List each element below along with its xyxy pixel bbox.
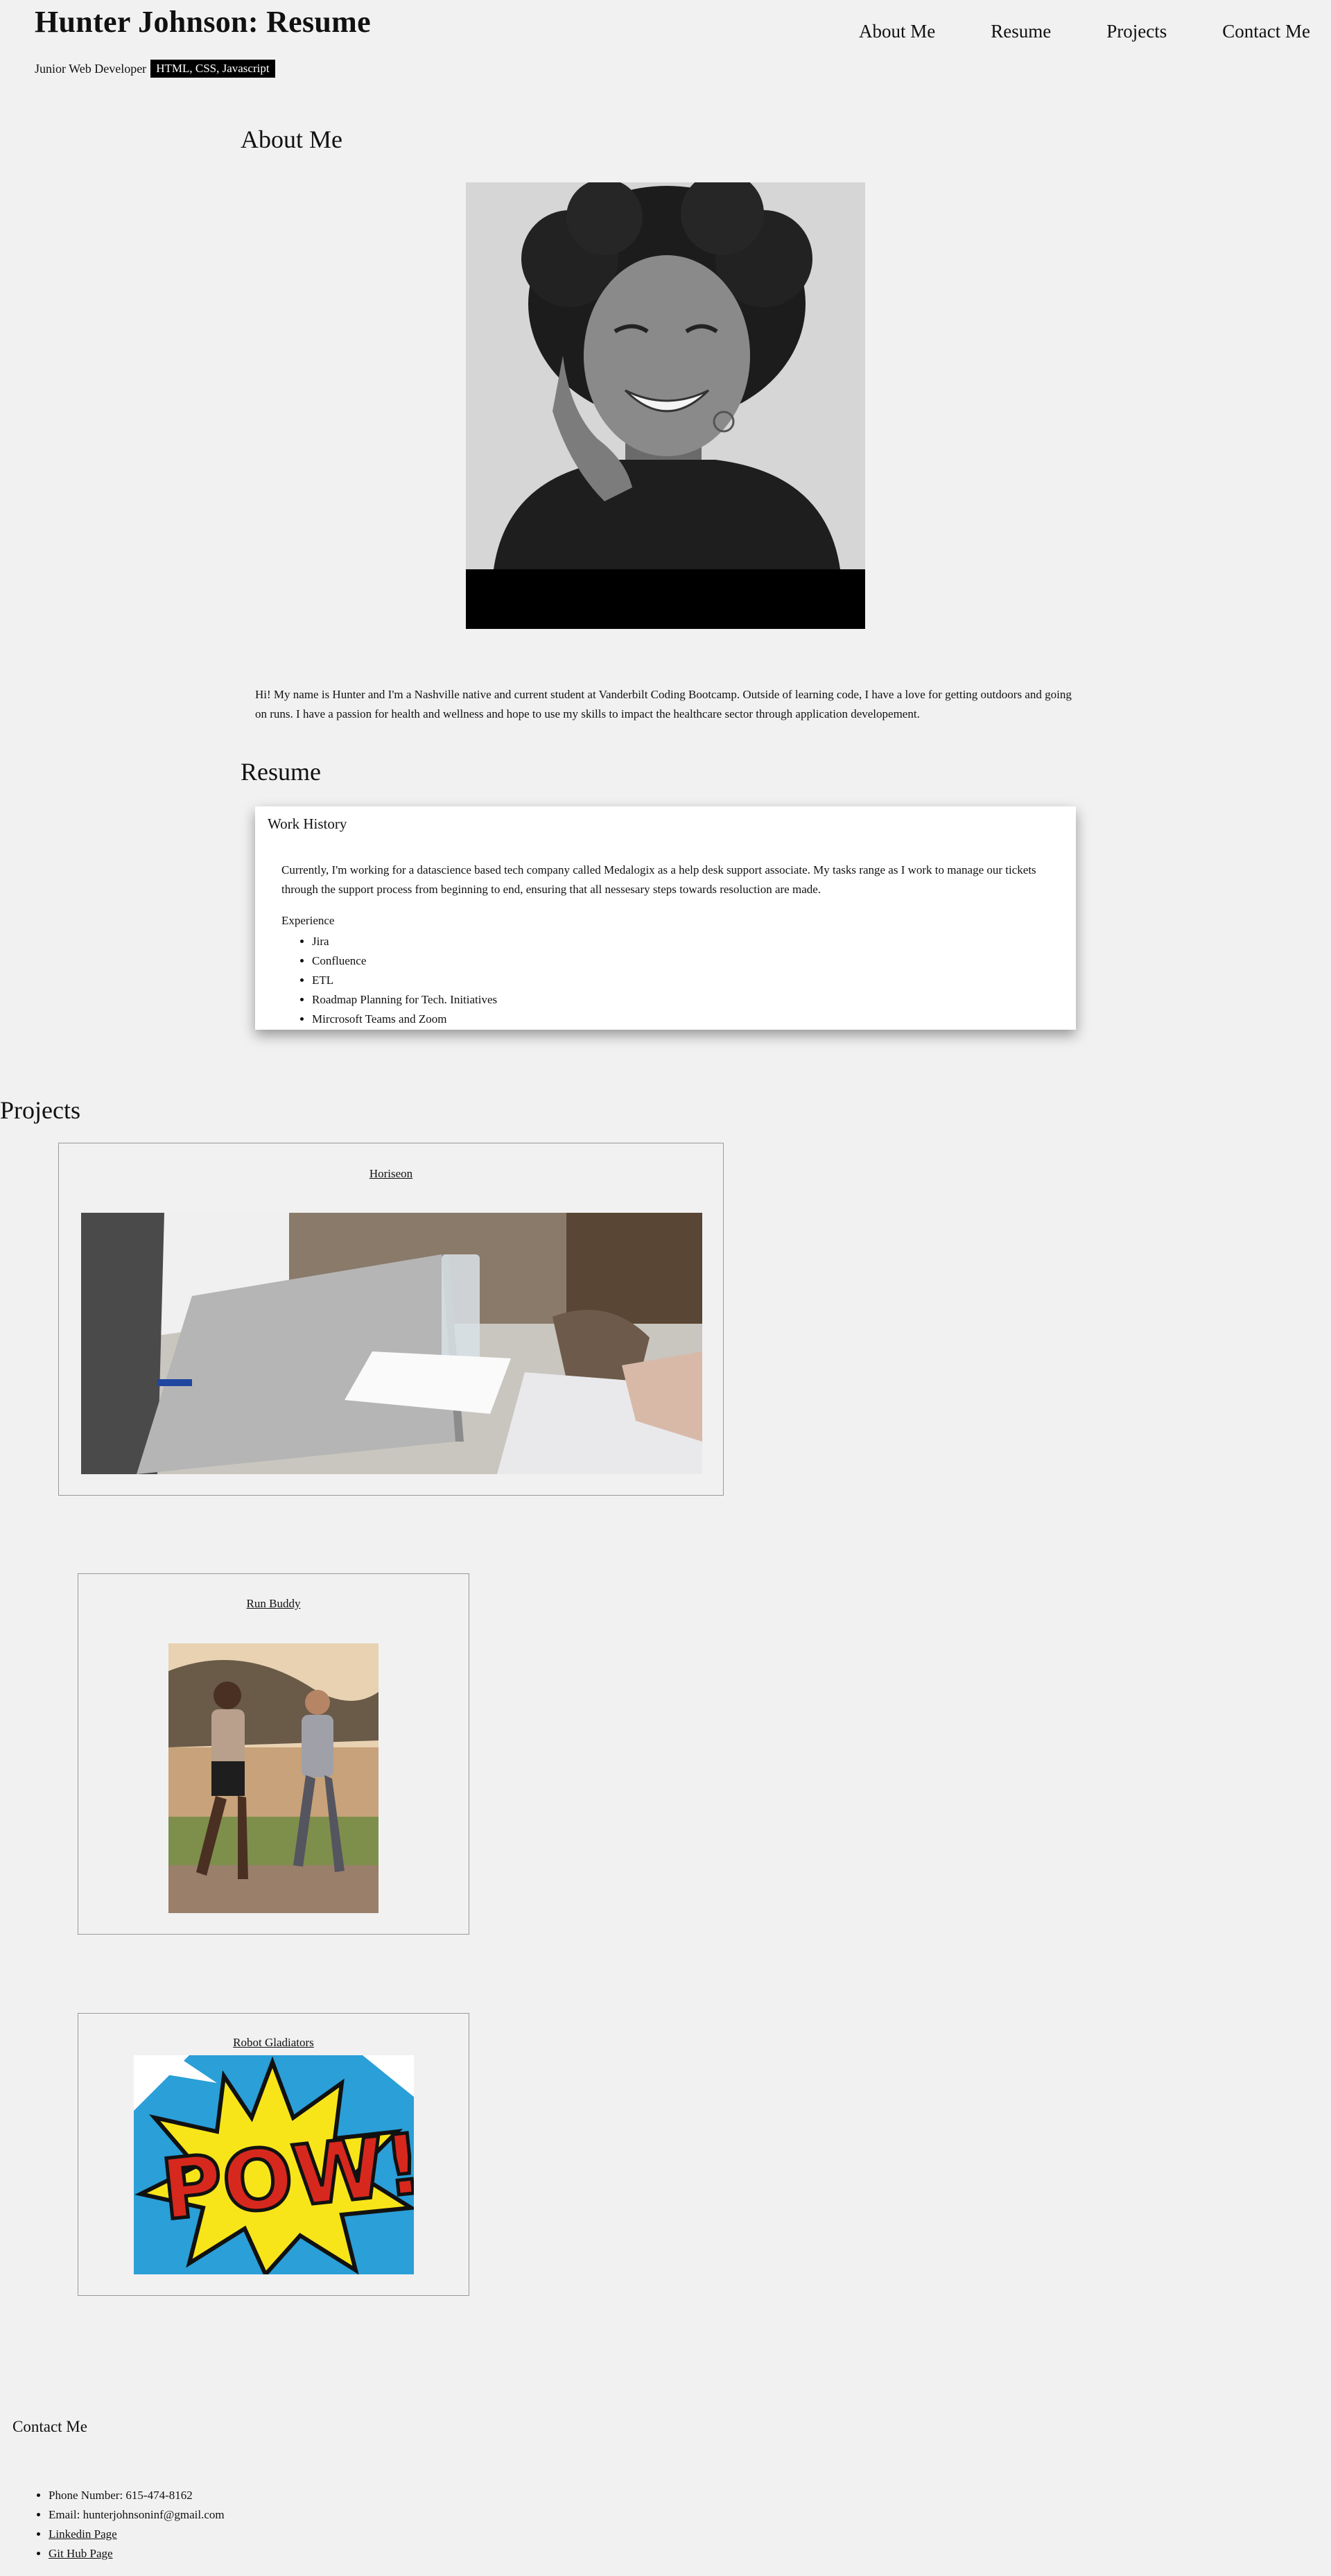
projects-heading: Projects — [0, 1096, 80, 1124]
experience-item: Roadmap Planning for Tech. Initiatives — [312, 990, 497, 1010]
contact-phone: Phone Number: 615-474-8162 — [49, 2486, 225, 2505]
profile-photo — [466, 182, 865, 629]
project-image-robot-gladiators[interactable]: POW! — [134, 2055, 414, 2274]
job-title: Junior Web Developer — [35, 61, 147, 76]
about-bio: Hi! My name is Hunter and I'm a Nashvill… — [255, 688, 1072, 720]
project-link-horiseon[interactable]: Horiseon — [369, 1167, 412, 1180]
project-card-run-buddy: Run Buddy — [78, 1573, 469, 1935]
resume-heading: Resume — [241, 758, 321, 786]
main-nav: About Me Resume Projects Contact Me — [859, 21, 1310, 42]
experience-item: ETL — [312, 971, 497, 990]
about-heading: About Me — [241, 126, 342, 153]
skills-badge: HTML, CSS, Javascript — [150, 60, 275, 78]
experience-item: Jira — [312, 932, 497, 951]
subtitle: Junior Web Developer HTML, CSS, Javascri… — [35, 60, 275, 78]
project-image-horiseon[interactable] — [81, 1213, 702, 1474]
nav-projects-link[interactable]: Projects — [1106, 21, 1167, 42]
site-title: Hunter Johnson: Resume — [35, 5, 371, 39]
nav-resume-link[interactable]: Resume — [991, 21, 1051, 42]
work-history-text: Currently, I'm working for a datascience… — [281, 863, 1036, 896]
project-link-robot-gladiators[interactable]: Robot Gladiators — [233, 2036, 314, 2049]
project-image-run-buddy[interactable] — [168, 1643, 379, 1913]
nav-contact-link[interactable]: Contact Me — [1222, 21, 1310, 42]
project-card-robot-gladiators: Robot Gladiators POW! — [78, 2013, 469, 2296]
experience-item: Confluence — [312, 951, 497, 971]
work-history-card: Work History Currently, I'm working for … — [255, 806, 1076, 1030]
linkedin-link[interactable]: Linkedin Page — [49, 2527, 117, 2541]
nav-about-link[interactable]: About Me — [859, 21, 935, 42]
work-history-title: Work History — [268, 815, 347, 832]
project-link-run-buddy[interactable]: Run Buddy — [247, 1597, 301, 1610]
contact-email: Email: hunterjohnsoninf@gmail.com — [49, 2505, 225, 2525]
contact-heading: Contact Me — [12, 2418, 87, 2435]
experience-item: Mircrosoft Teams and Zoom — [312, 1010, 497, 1029]
contact-list: Phone Number: 615-474-8162 Email: hunter… — [33, 2486, 225, 2564]
project-card-horiseon: Horiseon — [58, 1143, 724, 1496]
experience-list: Jira Confluence ETL Roadmap Planning for… — [298, 932, 497, 1029]
github-link[interactable]: Git Hub Page — [49, 2547, 113, 2560]
experience-label: Experience — [281, 914, 335, 927]
